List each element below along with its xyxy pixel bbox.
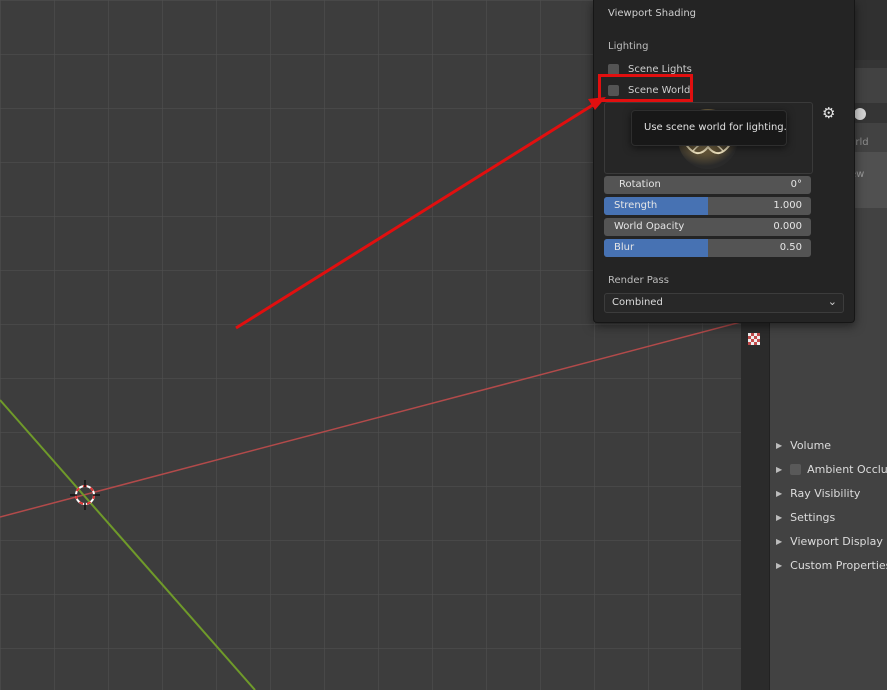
y-axis-line	[0, 399, 256, 690]
expand-arrow-icon[interactable]: ▶	[776, 513, 782, 522]
slider-label: Rotation	[619, 179, 661, 190]
gear-icon[interactable]: ⚙	[822, 104, 835, 122]
chevron-down-icon: ⌄	[827, 295, 837, 308]
tooltip-text: Use scene world for lighting.	[644, 122, 787, 133]
rotation-slider[interactable]: Rotation 0°	[604, 176, 811, 194]
slider-label: Blur	[614, 242, 635, 253]
panel-label: Custom Properties	[790, 558, 887, 572]
checkbox-label: Scene Lights	[628, 63, 692, 75]
slider-value: 0.50	[779, 242, 802, 253]
x-axis-line	[0, 321, 741, 518]
checkbox-box[interactable]	[608, 63, 619, 75]
popover-title: Viewport Shading	[608, 8, 697, 19]
annotation-highlight-box	[598, 74, 693, 102]
panel-label: Volume	[790, 438, 832, 452]
world-browse-icon[interactable]	[854, 108, 866, 120]
slider-label: Strength	[614, 200, 658, 211]
strength-slider[interactable]: Strength 1.000	[604, 197, 811, 215]
render-pass-dropdown[interactable]: Combined ⌄	[604, 293, 844, 313]
panel-ray-visibility[interactable]: ▶ Ray Visibility	[776, 483, 860, 503]
expand-arrow-icon[interactable]: ▶	[776, 537, 782, 546]
slider-value: 0°	[790, 179, 802, 190]
panel-ambient-occlusion[interactable]: ▶ Ambient Occlusi	[776, 459, 887, 479]
panel-label: Settings	[790, 510, 836, 524]
panel-label: Ambient Occlusi	[807, 462, 887, 476]
lighting-heading: Lighting	[608, 41, 649, 52]
slider-value: 1.000	[773, 200, 802, 211]
expand-arrow-icon[interactable]: ▶	[776, 561, 782, 570]
world-opacity-slider[interactable]: World Opacity 0.000	[604, 218, 811, 236]
ambient-occlusion-checkbox[interactable]	[790, 463, 802, 475]
render-pass-heading: Render Pass	[608, 275, 669, 286]
dropdown-value: Combined	[612, 297, 663, 308]
viewport-shading-popover: Viewport Shading Lighting Scene Lights S…	[593, 0, 855, 323]
slider-label: World Opacity	[614, 221, 685, 232]
slider-value: 0.000	[773, 221, 802, 232]
panel-volume[interactable]: ▶ Volume	[776, 435, 831, 455]
blur-slider[interactable]: Blur 0.50	[604, 239, 811, 257]
expand-arrow-icon[interactable]: ▶	[776, 441, 782, 450]
panel-custom-properties[interactable]: ▶ Custom Properties	[776, 555, 887, 575]
panel-viewport-display[interactable]: ▶ Viewport Display	[776, 531, 883, 551]
panel-label: Viewport Display	[790, 534, 883, 548]
panel-settings[interactable]: ▶ Settings	[776, 507, 835, 527]
tooltip: Use scene world for lighting.	[631, 110, 787, 146]
expand-arrow-icon[interactable]: ▶	[776, 489, 782, 498]
world-tab-icon[interactable]	[748, 333, 760, 345]
expand-arrow-icon[interactable]: ▶	[776, 465, 782, 474]
panel-label: Ray Visibility	[790, 486, 861, 500]
